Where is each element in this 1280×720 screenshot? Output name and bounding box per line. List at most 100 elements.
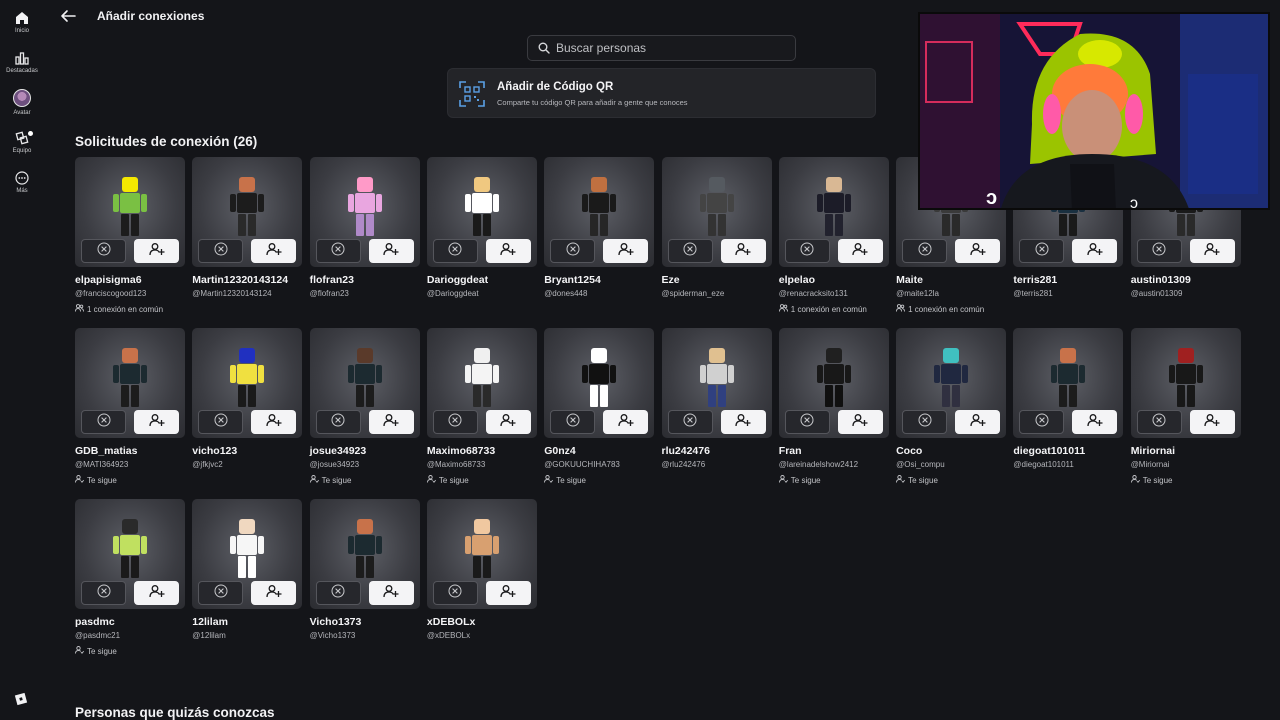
- accept-button[interactable]: [485, 581, 531, 605]
- card-display-name[interactable]: vicho123: [192, 445, 302, 457]
- card-display-name[interactable]: josue34923: [310, 445, 420, 457]
- decline-button[interactable]: [784, 239, 830, 263]
- accept-button[interactable]: [1189, 239, 1235, 263]
- card-display-name[interactable]: flofran23: [310, 274, 420, 286]
- request-card[interactable]: 12lilam @12lilam: [192, 499, 303, 640]
- avatar-thumbnail[interactable]: [309, 328, 420, 438]
- arrow-left-icon[interactable]: [59, 7, 77, 25]
- accept-button[interactable]: [603, 239, 649, 263]
- avatar-thumbnail[interactable]: [192, 499, 303, 609]
- decline-button[interactable]: [902, 239, 948, 263]
- decline-button[interactable]: [198, 410, 244, 434]
- card-display-name[interactable]: elpelao: [779, 274, 889, 286]
- accept-button[interactable]: [485, 410, 531, 434]
- request-card[interactable]: rlu242476 @rlu242476: [661, 328, 772, 469]
- request-card[interactable]: Maximo68733 @Maximo68733 Te sigue: [426, 328, 537, 485]
- request-card[interactable]: Martin12320143124 @Martin12320143124: [192, 157, 303, 298]
- card-display-name[interactable]: Fran: [779, 445, 889, 457]
- card-display-name[interactable]: elpapisigma6: [75, 274, 185, 286]
- card-display-name[interactable]: pasdmc: [75, 616, 185, 628]
- accept-button[interactable]: [955, 239, 1001, 263]
- request-card[interactable]: vicho123 @jfkjvc2: [192, 328, 303, 469]
- nav-item-more[interactable]: Más: [0, 171, 44, 211]
- accept-button[interactable]: [837, 239, 883, 263]
- decline-button[interactable]: [1019, 239, 1065, 263]
- request-card[interactable]: Miriornai @Miriornai Te sigue: [1130, 328, 1241, 485]
- nav-item-charts[interactable]: Destacadas: [0, 51, 44, 91]
- search-box[interactable]: [527, 35, 796, 61]
- avatar-thumbnail[interactable]: [426, 499, 537, 609]
- avatar-thumbnail[interactable]: [661, 328, 772, 438]
- card-display-name[interactable]: Bryant1254: [544, 274, 654, 286]
- accept-button[interactable]: [368, 239, 414, 263]
- avatar-thumbnail[interactable]: [778, 328, 889, 438]
- card-display-name[interactable]: diegoat101011: [1013, 445, 1123, 457]
- avatar-thumbnail[interactable]: [309, 499, 420, 609]
- decline-button[interactable]: [1136, 410, 1182, 434]
- card-display-name[interactable]: GDB_matias: [75, 445, 185, 457]
- decline-button[interactable]: [81, 581, 126, 605]
- accept-button[interactable]: [134, 581, 179, 605]
- request-card[interactable]: Eze @spiderman_eze: [661, 157, 772, 298]
- request-card[interactable]: pasdmc @pasdmc21 Te sigue: [75, 499, 185, 656]
- accept-button[interactable]: [368, 410, 414, 434]
- avatar-thumbnail[interactable]: [75, 328, 185, 438]
- avatar-thumbnail[interactable]: [75, 157, 185, 267]
- decline-button[interactable]: [1136, 239, 1182, 263]
- nav-item-party[interactable]: Equipo: [0, 131, 44, 171]
- accept-button[interactable]: [251, 410, 297, 434]
- card-display-name[interactable]: 12lilam: [192, 616, 302, 628]
- accept-button[interactable]: [251, 239, 297, 263]
- accept-button[interactable]: [251, 581, 297, 605]
- accept-button[interactable]: [720, 410, 766, 434]
- card-display-name[interactable]: Maite: [896, 274, 1006, 286]
- avatar-thumbnail[interactable]: [544, 157, 655, 267]
- decline-button[interactable]: [667, 410, 713, 434]
- avatar-thumbnail[interactable]: [896, 328, 1007, 438]
- avatar-thumbnail[interactable]: [426, 328, 537, 438]
- avatar-thumbnail[interactable]: [75, 499, 185, 609]
- add-from-qr-card[interactable]: Añadir de Código QR Comparte tu código Q…: [447, 68, 876, 118]
- decline-button[interactable]: [432, 239, 478, 263]
- card-display-name[interactable]: austin01309: [1131, 274, 1241, 286]
- nav-item-home[interactable]: Inicio: [0, 11, 44, 51]
- request-card[interactable]: Coco @Osi_compu Te sigue: [896, 328, 1007, 485]
- accept-button[interactable]: [134, 239, 179, 263]
- avatar-thumbnail[interactable]: [309, 157, 420, 267]
- request-card[interactable]: GDB_matias @MATI364923 Te sigue: [75, 328, 185, 485]
- decline-button[interactable]: [1019, 410, 1065, 434]
- decline-button[interactable]: [550, 410, 596, 434]
- accept-button[interactable]: [720, 239, 766, 263]
- request-card[interactable]: Bryant1254 @dones448: [544, 157, 655, 298]
- avatar-thumbnail[interactable]: [1013, 328, 1124, 438]
- avatar-thumbnail[interactable]: [661, 157, 772, 267]
- accept-button[interactable]: [1072, 410, 1118, 434]
- decline-button[interactable]: [784, 410, 830, 434]
- decline-button[interactable]: [902, 410, 948, 434]
- request-card[interactable]: diegoat101011 @diegoat101011: [1013, 328, 1124, 469]
- card-display-name[interactable]: Coco: [896, 445, 1006, 457]
- decline-button[interactable]: [315, 581, 361, 605]
- request-card[interactable]: xDEBOLx @xDEBOLx: [426, 499, 537, 640]
- card-display-name[interactable]: Vicho1373: [310, 616, 420, 628]
- accept-button[interactable]: [1072, 239, 1118, 263]
- decline-button[interactable]: [315, 410, 361, 434]
- card-display-name[interactable]: xDEBOLx: [427, 616, 537, 628]
- avatar-thumbnail[interactable]: [778, 157, 889, 267]
- accept-button[interactable]: [603, 410, 649, 434]
- search-input[interactable]: [556, 41, 776, 55]
- nav-item-avatar[interactable]: Avatar: [0, 89, 44, 129]
- accept-button[interactable]: [955, 410, 1001, 434]
- request-card[interactable]: flofran23 @flofran23: [309, 157, 420, 298]
- accept-button[interactable]: [485, 239, 531, 263]
- request-card[interactable]: josue34923 @josue34923 Te sigue: [309, 328, 420, 485]
- card-display-name[interactable]: G0nz4: [544, 445, 654, 457]
- request-card[interactable]: G0nz4 @GOKUUCHIHA783 Te sigue: [544, 328, 655, 485]
- accept-button[interactable]: [837, 410, 883, 434]
- decline-button[interactable]: [667, 239, 713, 263]
- accept-button[interactable]: [134, 410, 179, 434]
- card-display-name[interactable]: Eze: [662, 274, 772, 286]
- card-display-name[interactable]: Darioggdeat: [427, 274, 537, 286]
- request-card[interactable]: Fran @lareinadelshow2412 Te sigue: [778, 328, 889, 485]
- decline-button[interactable]: [432, 410, 478, 434]
